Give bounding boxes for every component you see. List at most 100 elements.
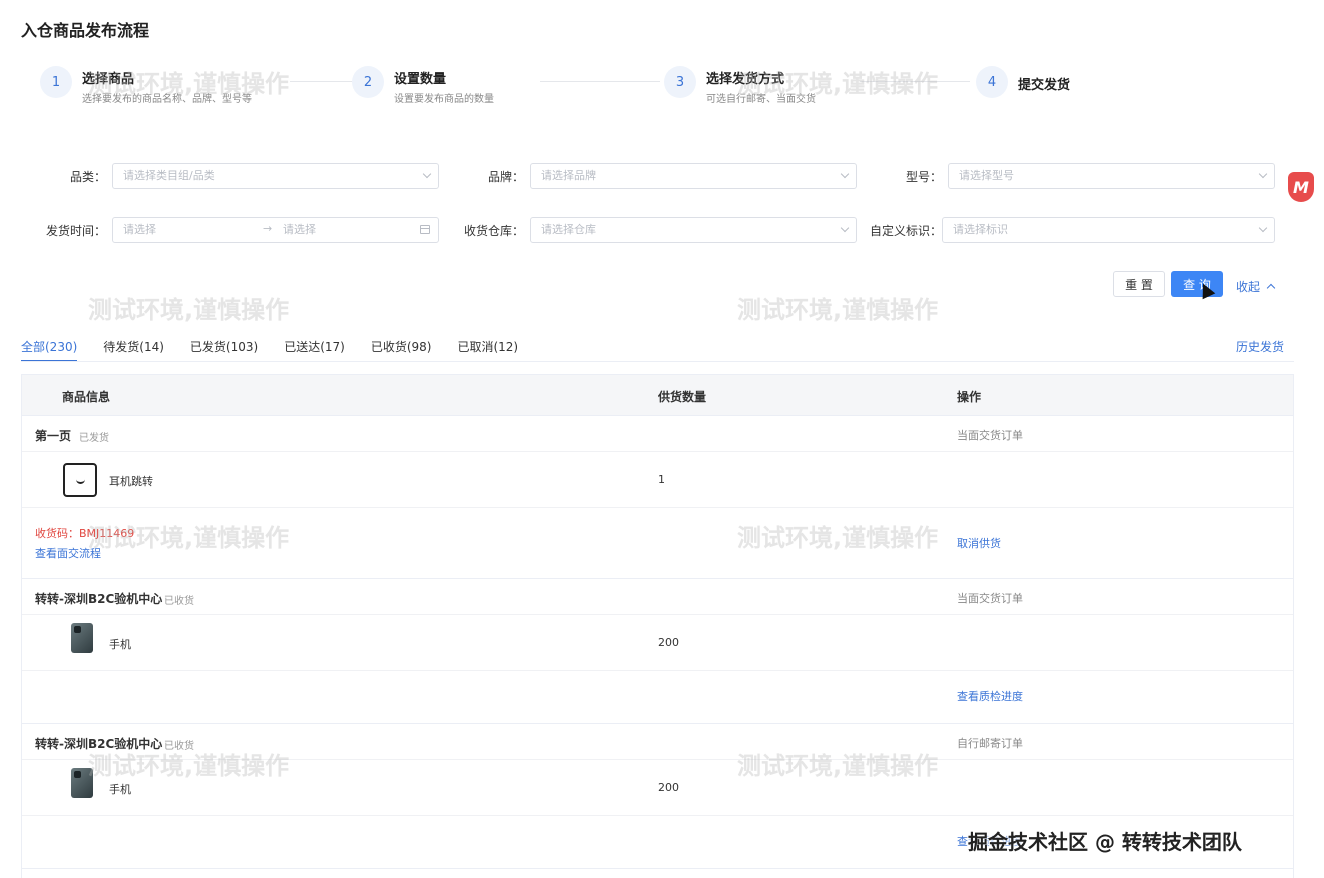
chevron-down-icon — [840, 169, 850, 179]
ship-time-end: 请选择 — [283, 223, 316, 236]
model-select[interactable]: 请选择型号 — [948, 163, 1275, 189]
shopping-bag-icon — [63, 463, 97, 497]
product-name: 耳机跳转 — [109, 475, 153, 488]
step-number: 4 — [976, 66, 1008, 98]
ship-time-range-picker[interactable]: 请选择 → 请选择 — [112, 217, 439, 243]
brand-label: 品牌： — [487, 170, 524, 184]
table-row: 手机 200 — [22, 615, 1293, 671]
supply-qty: 200 — [658, 636, 679, 649]
group-name: 转转-深圳B2C验机中心 — [35, 737, 163, 751]
shipment-table: 商品信息 供货数量 操作 第一页 已发货 当面交货订单 耳机跳转 1 收货码：B… — [21, 374, 1294, 878]
status-badge: 已收货 — [164, 596, 194, 607]
group-footer: 查看质检进度 — [22, 671, 1293, 723]
supply-qty: 1 — [658, 473, 665, 486]
group-footer: 收货码：BMJ11469 查看面交流程 取消供货 — [22, 508, 1293, 578]
ship-time-label: 发货时间： — [45, 224, 106, 238]
order-group: 转转-深圳B2C验机中心 已收货 当面交货订单 手机 200 查看质检进度 — [22, 579, 1293, 724]
step-connector — [860, 81, 970, 82]
collapse-link[interactable]: 收起 — [1236, 278, 1276, 295]
collapse-label: 收起 — [1236, 280, 1261, 294]
step-title: 提交发货 — [1018, 78, 1071, 93]
filter-row-1: 品类： 请选择类目组/品类 品牌： 请选择品牌 型号： 请选择型号 — [0, 163, 1324, 189]
table-header: 商品信息 供货数量 操作 — [22, 375, 1293, 416]
status-badge: 已收货 — [164, 741, 194, 752]
footer-credit: 掘金技术社区 @ 转转技术团队 — [968, 830, 1242, 854]
view-flow-link[interactable]: 查看面交流程 — [35, 545, 101, 561]
step-1: 1 选择商品 选择要发布的商品名称、品牌、型号等 — [40, 66, 252, 105]
filter-row-2: 发货时间： 请选择 → 请选择 收货仓库： 请选择仓库 自定义标识： 请选择标识 — [0, 217, 1324, 243]
view-inspection-link[interactable]: 查看质检进度 — [957, 688, 1023, 704]
step-desc: 设置要发布商品的数量 — [394, 94, 494, 105]
status-tabs: 全部(230) 待发货(14) 已发货(103) 已送达(17) 已收货(98)… — [21, 338, 544, 362]
step-4: 4 提交发货 — [976, 66, 1070, 98]
warehouse-label: 收货仓库： — [463, 224, 524, 238]
range-separator: → — [263, 222, 273, 235]
table-row: 手机 200 — [22, 760, 1293, 816]
brand-select[interactable]: 请选择品牌 — [530, 163, 857, 189]
status-badge: 已发货 — [79, 433, 109, 444]
tabs-divider — [21, 361, 1294, 362]
steps-bar: 1 选择商品 选择要发布的商品名称、品牌、型号等 2 设置数量 设置要发布商品的… — [40, 66, 1300, 106]
group-header: 第一页 已发货 当面交货订单 — [22, 416, 1293, 452]
step-desc: 选择要发布的商品名称、品牌、型号等 — [82, 94, 252, 105]
receipt-code: 收货码：BMJ11469 — [35, 527, 135, 540]
step-title: 选择商品 — [82, 72, 135, 87]
tab-delivered[interactable]: 已送达(17) — [284, 338, 345, 362]
chevron-down-icon — [840, 223, 850, 233]
product-name: 手机 — [109, 638, 131, 651]
step-desc: 可选自行邮寄、当面交货 — [706, 94, 816, 105]
chevron-down-icon — [1258, 169, 1268, 179]
group-name: 转转-深圳B2C验机中心 — [35, 592, 163, 606]
header-qty: 供货数量 — [658, 390, 707, 404]
m-badge-icon[interactable]: M — [1288, 172, 1314, 202]
step-title: 设置数量 — [394, 72, 447, 87]
reset-button[interactable]: 重 置 — [1113, 271, 1165, 297]
product-name: 手机 — [109, 783, 131, 796]
warehouse-select[interactable]: 请选择仓库 — [530, 217, 857, 243]
step-2: 2 设置数量 设置要发布商品的数量 — [352, 66, 494, 105]
custom-tag-placeholder: 请选择标识 — [953, 223, 1008, 236]
order-type: 当面交货订单 — [957, 592, 1023, 605]
history-shipping-link[interactable]: 历史发货 — [1236, 338, 1284, 355]
phone-thumbnail-icon — [71, 623, 93, 653]
brand-placeholder: 请选择品牌 — [541, 169, 596, 182]
tab-shipped[interactable]: 已发货(103) — [190, 338, 258, 362]
step-number: 1 — [40, 66, 72, 98]
ship-time-start: 请选择 — [123, 223, 156, 236]
step-connector — [540, 81, 660, 82]
phone-thumbnail-icon — [71, 768, 93, 798]
table-row: 耳机跳转 1 — [22, 452, 1293, 508]
order-group: 第一页 已发货 当面交货订单 耳机跳转 1 收货码：BMJ11469 查看面交流… — [22, 416, 1293, 579]
category-placeholder: 请选择类目组/品类 — [123, 169, 215, 182]
calendar-icon — [420, 225, 430, 234]
tab-received[interactable]: 已收货(98) — [371, 338, 432, 362]
chevron-down-icon — [422, 169, 432, 179]
category-select[interactable]: 请选择类目组/品类 — [112, 163, 439, 189]
tab-cancelled[interactable]: 已取消(12) — [457, 338, 518, 362]
custom-tag-label: 自定义标识： — [869, 224, 942, 238]
chevron-down-icon — [1258, 223, 1268, 233]
group-header: 转转-深圳B2C验机中心 已收货 当面交货订单 — [22, 579, 1293, 615]
header-product: 商品信息 — [62, 390, 111, 404]
tab-pending[interactable]: 待发货(14) — [103, 338, 164, 362]
model-placeholder: 请选择型号 — [959, 169, 1014, 182]
step-3: 3 选择发货方式 可选自行邮寄、当面交货 — [664, 66, 816, 105]
group-header: 转转-深圳B2C验机中心 已收货 自行邮寄订单 — [22, 724, 1293, 760]
step-number: 2 — [352, 66, 384, 98]
group-name: 第一页 — [35, 429, 72, 443]
step-title: 选择发货方式 — [706, 72, 785, 87]
cancel-supply-link[interactable]: 取消供货 — [957, 535, 1001, 551]
watermark: 测试环境,谨慎操作 — [737, 296, 939, 324]
warehouse-placeholder: 请选择仓库 — [541, 223, 596, 236]
order-type: 自行邮寄订单 — [957, 737, 1023, 750]
supply-qty: 200 — [658, 781, 679, 794]
header-action: 操作 — [957, 390, 982, 404]
chevron-up-icon — [1266, 283, 1276, 293]
model-label: 型号： — [905, 170, 942, 184]
order-type: 当面交货订单 — [957, 429, 1023, 442]
tab-all[interactable]: 全部(230) — [21, 338, 78, 362]
custom-tag-select[interactable]: 请选择标识 — [942, 217, 1275, 243]
page-title: 入仓商品发布流程 — [21, 21, 150, 40]
category-label: 品类： — [69, 170, 106, 184]
watermark: 测试环境,谨慎操作 — [88, 296, 290, 324]
